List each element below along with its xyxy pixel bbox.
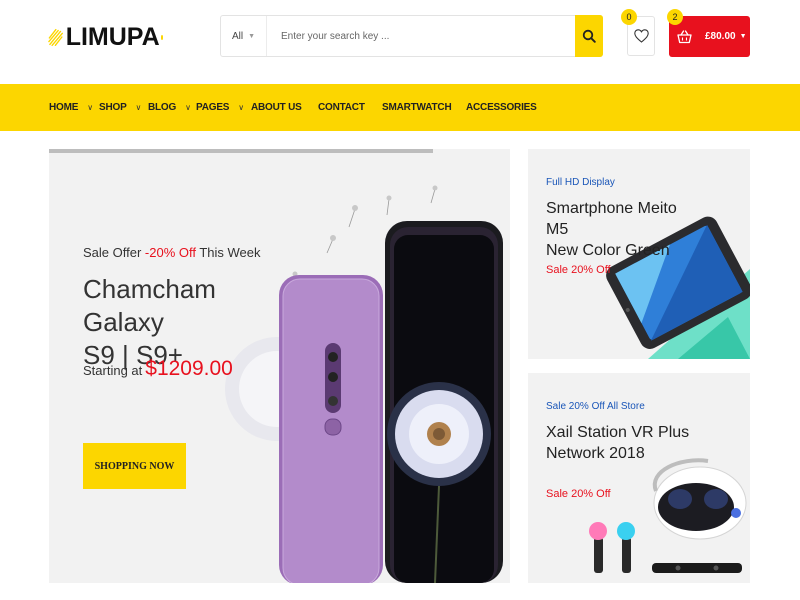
- nav-item-label: ABOUT US: [251, 102, 302, 113]
- nav-item-label: HOME: [49, 102, 79, 113]
- hero-title-line: Chamcham Galaxy: [83, 274, 216, 337]
- chevron-down-icon: ▼: [739, 33, 747, 40]
- wishlist-count-badge: 0: [621, 9, 637, 25]
- nav-item-smartwatch[interactable]: SMARTWATCH: [382, 84, 452, 131]
- promo-title: Xail Station VR Plus Network 2018: [546, 422, 696, 464]
- nav-item-about-us[interactable]: ABOUT US: [251, 84, 302, 131]
- promo-sale: Sale 20% Off: [546, 264, 611, 276]
- shopping-now-button[interactable]: SHOPPING NOW: [83, 443, 186, 489]
- promo-banner-smartphone[interactable]: Full HD Display Smartphone Meito M5 New …: [528, 149, 750, 359]
- hero-offer-percent: -20% Off: [144, 245, 196, 260]
- hero-offer-suffix: This Week: [195, 245, 261, 260]
- site-logo[interactable]: LIMUPA: [48, 16, 163, 58]
- nav-item-label: SHOP: [99, 102, 127, 113]
- promo-title-line: Smartphone Meito M5: [546, 200, 677, 238]
- logo-mark-icon: [48, 28, 64, 47]
- search-icon: [582, 29, 596, 43]
- cart-count-badge: 2: [667, 9, 683, 25]
- promo-title: Smartphone Meito M5 New Color Green: [546, 198, 696, 261]
- nav-item-label: BLOG: [148, 102, 177, 113]
- promo-tag: Sale 20% Off All Store: [546, 401, 645, 412]
- vr-headset-product-image: [589, 458, 747, 573]
- nav-item-label: ACCESSORIES: [466, 102, 537, 113]
- hero-price-prefix: Starting at: [83, 363, 143, 378]
- nav-item-accessories[interactable]: ACCESSORIES: [466, 84, 537, 131]
- nav-item-blog[interactable]: BLOG ∨: [148, 84, 191, 131]
- slider-progress-bar: [49, 149, 433, 153]
- hero-offer-prefix: Sale Offer: [83, 245, 145, 260]
- promo-title-line: New Color Green: [546, 242, 670, 259]
- nav-item-shop[interactable]: SHOP ∨: [99, 84, 141, 131]
- promo-tag: Full HD Display: [546, 177, 615, 188]
- hero-product-image: [225, 185, 503, 583]
- logo-text: LIMUPA: [65, 22, 160, 51]
- nav-item-label: PAGES: [196, 102, 230, 113]
- cart-button[interactable]: £80.00 ▼: [669, 16, 750, 57]
- chevron-down-icon: ∨: [87, 103, 93, 112]
- search-bar: All ▼: [220, 15, 603, 57]
- search-category-select[interactable]: All ▼: [221, 16, 267, 56]
- shopping-basket-icon: [677, 29, 692, 43]
- promo-sale: Sale 20% Off: [546, 488, 611, 500]
- search-input[interactable]: [267, 16, 575, 56]
- site-header: LIMUPA All ▼ 0 £80.00 ▼ 2: [0, 0, 800, 84]
- promo-title-line: Network 2018: [546, 445, 645, 462]
- cart-total: £80.00: [705, 31, 736, 42]
- chevron-down-icon: ▼: [248, 32, 256, 40]
- hero-offer-text: Sale Offer -20% Off This Week: [83, 245, 261, 260]
- logo-dot: [160, 34, 163, 40]
- nav-item-label: SMARTWATCH: [382, 102, 452, 113]
- chevron-down-icon: ∨: [185, 103, 191, 112]
- nav-item-contact[interactable]: CONTACT: [318, 84, 365, 131]
- heart-icon: [633, 29, 649, 43]
- hero-price-value: $1209.00: [145, 357, 233, 380]
- search-button[interactable]: [575, 15, 603, 57]
- hero-slider: Sale Offer -20% Off This Week Chamcham G…: [49, 149, 510, 583]
- chevron-down-icon: ∨: [135, 103, 142, 112]
- nav-item-label: CONTACT: [318, 102, 365, 113]
- nav-item-pages[interactable]: PAGES ∨: [196, 84, 244, 131]
- search-category-label: All: [231, 30, 244, 42]
- promo-banner-vr[interactable]: Sale 20% Off All Store Xail Station VR P…: [528, 373, 750, 583]
- promo-title-line: Xail Station VR Plus: [546, 424, 690, 441]
- main-nav: HOME ∨ SHOP ∨ BLOG ∨ PAGES ∨ ABOUT US CO…: [0, 84, 800, 131]
- nav-item-home[interactable]: HOME ∨: [49, 84, 93, 131]
- hero-price: Starting at $1209.00: [83, 357, 233, 381]
- chevron-down-icon: ∨: [238, 103, 244, 112]
